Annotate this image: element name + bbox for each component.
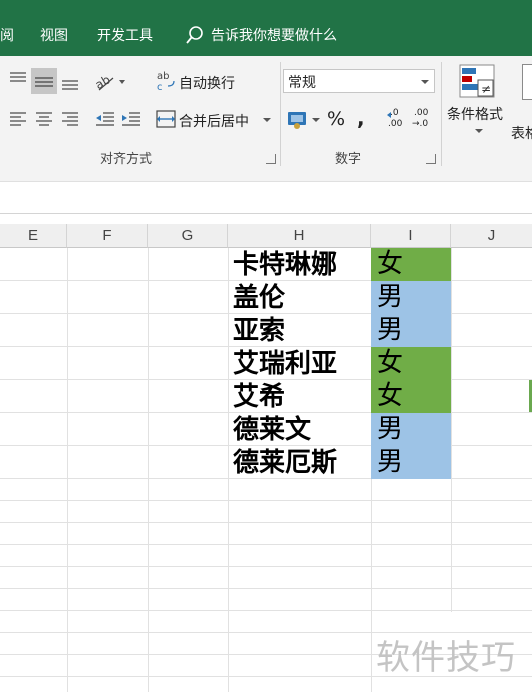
format-as-table-button[interactable]: 表格 xyxy=(511,123,532,143)
svg-text:c: c xyxy=(157,82,163,92)
cell-gender[interactable]: 女 xyxy=(371,248,451,281)
comma-style-button[interactable]: , xyxy=(357,106,365,130)
row-line xyxy=(0,610,532,611)
cell-name[interactable]: 艾希 xyxy=(233,381,285,414)
wrap-text-icon[interactable]: ab c xyxy=(156,70,176,92)
column-header-f[interactable]: F xyxy=(67,224,148,248)
cell-gender[interactable]: 男 xyxy=(371,446,451,479)
cell-name[interactable]: 德莱文 xyxy=(233,414,311,447)
cell-name[interactable]: 亚索 xyxy=(233,315,285,348)
number-format-select[interactable]: 常规 xyxy=(283,69,435,93)
chevron-down-icon xyxy=(421,80,429,84)
align-right-icon[interactable] xyxy=(60,110,80,126)
lightbulb-search-icon xyxy=(186,26,203,44)
formula-bar[interactable] xyxy=(0,169,532,214)
wrap-text-button[interactable]: 自动换行 xyxy=(179,73,235,93)
row-line xyxy=(0,522,532,523)
ribbon-tab-bar: 阅 视图 开发工具 告诉我你想要做什么 xyxy=(0,0,532,56)
ribbon-home-panel: ab ab c 自动换行 合并后居中 对齐方式 常规 % , .0 .00 .0… xyxy=(0,56,532,170)
cell-gender[interactable]: 女 xyxy=(371,347,451,380)
svg-text:≠: ≠ xyxy=(481,82,491,96)
align-center-icon[interactable] xyxy=(34,110,54,126)
column-header-h[interactable]: H xyxy=(228,224,371,248)
tab-developer[interactable]: 开发工具 xyxy=(97,25,153,45)
percent-style-button[interactable]: % xyxy=(327,108,345,130)
cell-gender[interactable]: 男 xyxy=(371,314,451,347)
cell-name[interactable]: 卡特琳娜 xyxy=(233,249,337,282)
tab-review[interactable]: 阅 xyxy=(0,25,14,45)
number-format-value: 常规 xyxy=(288,75,316,91)
row-line xyxy=(0,588,532,589)
orientation-icon[interactable]: ab xyxy=(93,70,127,92)
column-header-i[interactable]: I xyxy=(371,224,451,248)
alignment-dialog-launcher[interactable] xyxy=(266,154,276,164)
row-line xyxy=(0,566,532,567)
merge-dropdown-chevron-icon[interactable] xyxy=(262,116,272,124)
svg-text:ab: ab xyxy=(93,72,113,92)
cell-name[interactable]: 德莱厄斯 xyxy=(233,447,337,480)
column-line xyxy=(451,248,452,612)
column-line xyxy=(228,248,229,692)
group-separator xyxy=(441,62,442,166)
align-left-icon[interactable] xyxy=(8,110,28,126)
column-header-g[interactable]: G xyxy=(148,224,228,248)
row-line xyxy=(0,544,532,545)
chevron-down-icon[interactable] xyxy=(474,127,484,135)
cell-gender[interactable]: 男 xyxy=(371,413,451,446)
column-line xyxy=(148,248,149,692)
column-line xyxy=(67,248,68,692)
conditional-format-icon[interactable]: ≠ xyxy=(459,64,497,100)
increase-decimal-button[interactable]: .0 .00 xyxy=(386,108,408,132)
align-middle-button[interactable] xyxy=(31,68,57,94)
svg-text:ab: ab xyxy=(157,71,169,82)
format-as-table-icon[interactable] xyxy=(522,64,532,100)
group-label-alignment: 对齐方式 xyxy=(100,152,153,167)
decrease-indent-icon[interactable] xyxy=(94,110,116,128)
align-top-icon[interactable] xyxy=(8,70,28,86)
formula-bar-top-strip xyxy=(0,169,532,182)
tell-me-search[interactable]: 告诉我你想要做什么 xyxy=(211,25,337,45)
cell-name[interactable]: 艾瑞利亚 xyxy=(233,348,337,381)
decrease-decimal-button[interactable]: .00 →.0 xyxy=(412,108,436,132)
group-separator xyxy=(280,62,281,166)
column-header-e[interactable]: E xyxy=(0,224,67,248)
conditional-format-button[interactable]: 条件格式 xyxy=(447,104,503,124)
cell-gender[interactable]: 女 xyxy=(371,380,451,413)
number-dialog-launcher[interactable] xyxy=(426,154,436,164)
tab-view[interactable]: 视图 xyxy=(40,25,68,45)
watermark-text: 软件技巧 xyxy=(376,638,516,678)
align-bottom-icon[interactable] xyxy=(60,74,80,92)
accounting-format-icon[interactable] xyxy=(287,109,321,131)
arrow-left-icon xyxy=(387,112,391,118)
column-header-j[interactable]: J xyxy=(451,224,532,248)
cell-name[interactable]: 盖伦 xyxy=(233,282,285,315)
increase-indent-icon[interactable] xyxy=(120,110,142,128)
merge-center-button[interactable]: 合并后居中 xyxy=(179,111,249,131)
merge-center-icon[interactable] xyxy=(156,109,176,129)
group-label-number: 数字 xyxy=(335,152,362,167)
cell-gender[interactable]: 男 xyxy=(371,281,451,314)
row-line xyxy=(0,500,532,501)
